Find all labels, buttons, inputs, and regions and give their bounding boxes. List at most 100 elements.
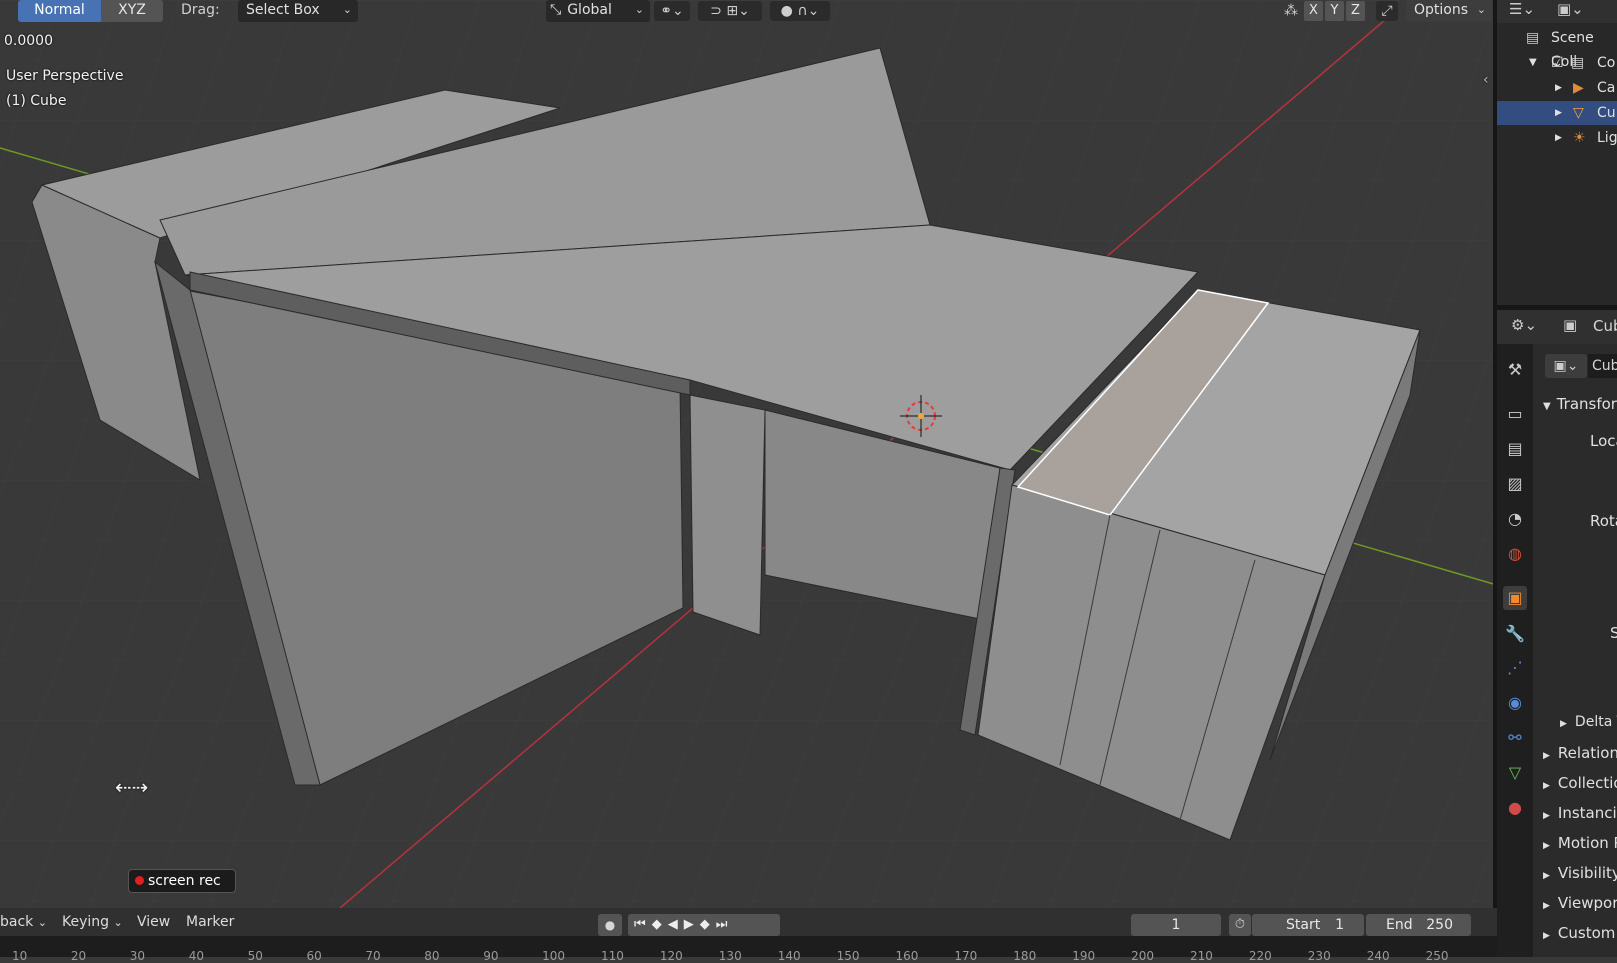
next-keyframe-icon[interactable]: ◆ <box>700 917 716 932</box>
record-button[interactable]: ● <box>598 914 622 936</box>
modifier-tab-icon[interactable]: 🔧 <box>1503 622 1527 646</box>
orientation-icon: ⤡ <box>550 2 562 18</box>
marker-menu[interactable]: Marker <box>186 914 234 930</box>
timeline-ruler[interactable] <box>0 936 1497 957</box>
axis-y-toggle[interactable]: Y <box>1325 1 1344 21</box>
active-object-label: (1) Cube <box>6 93 67 109</box>
view-menu[interactable]: View <box>137 914 170 930</box>
end-frame-field[interactable]: End 250 <box>1366 914 1471 936</box>
viewport-display-panel[interactable]: ▶ Viewpor <box>1543 894 1617 912</box>
camera-icon: ▶ <box>1573 80 1584 96</box>
snap-icon[interactable]: ⊃ ⊞⌄ <box>698 1 762 21</box>
outliner-item-collection[interactable]: ▼ ☑ ▤ Co <box>1497 51 1617 75</box>
mode-xyz-button[interactable]: XYZ <box>101 0 163 22</box>
expand-arrow-icon[interactable]: ▼ <box>1529 51 1537 75</box>
timeline-tick-label: 90 <box>483 949 499 963</box>
drag-label: Drag: <box>181 2 220 18</box>
timeline-tick-label: 230 <box>1307 949 1331 963</box>
properties-header: ⚙⌄ ▣ Cub <box>1497 310 1617 344</box>
pivot-point-icon[interactable]: ⚭⌄ <box>654 1 690 21</box>
motion-paths-panel[interactable]: ▶ Motion P <box>1543 834 1617 852</box>
screenrec-label: screen rec <box>148 873 221 889</box>
world-tab-icon[interactable]: ◍ <box>1503 542 1527 566</box>
jump-end-icon[interactable]: ⏭ <box>716 917 734 932</box>
output-tab-icon[interactable]: ▤ <box>1503 437 1527 461</box>
outliner-header: ☰⌄ ▣⌄ <box>1497 0 1617 23</box>
custom-properties-panel[interactable]: ▶ Custom <box>1543 924 1615 942</box>
playback-menu[interactable]: back ⌄ <box>0 914 47 930</box>
outliner-item-cube[interactable]: ▶ ▽ Cu <box>1497 101 1617 125</box>
play-icon[interactable]: ▶ <box>684 917 700 932</box>
timeline-tick-label: 130 <box>718 949 742 963</box>
relations-panel[interactable]: ▶ Relation <box>1543 744 1617 762</box>
axis-z-toggle[interactable]: Z <box>1346 1 1365 21</box>
expand-arrow-icon[interactable]: ▶ <box>1555 101 1562 125</box>
view-layer-tab-icon[interactable]: ▨ <box>1503 472 1527 496</box>
physics-tab-icon[interactable]: ◉ <box>1503 691 1527 715</box>
timeline-tick-label: 200 <box>1131 949 1154 963</box>
timeline-tick-label: 190 <box>1072 949 1096 963</box>
data-tab-icon[interactable]: ▽ <box>1503 761 1527 785</box>
object-name-label: Cub <box>1593 317 1617 335</box>
sidebar-toggle-icon[interactable]: ‹ <box>1483 72 1489 88</box>
expand-arrow-icon: ▶ <box>1543 841 1550 851</box>
timeline-tick-label: 120 <box>659 949 683 963</box>
resize-cursor-icon: ⇠⇢ <box>115 775 149 799</box>
timeline-tick-label: 40 <box>188 949 204 963</box>
timeline-tick-label: 250 <box>1425 949 1449 963</box>
stopwatch-icon[interactable]: ⏱ <box>1229 914 1251 936</box>
scene-tab-icon[interactable]: ◔ <box>1503 507 1527 531</box>
collections-panel[interactable]: ▶ Collectio <box>1543 774 1617 792</box>
transform-orientation-dropdown[interactable]: ⤡ Global ⌄ <box>546 0 650 22</box>
material-tab-icon[interactable]: ● <box>1503 796 1527 820</box>
axis-x-toggle[interactable]: X <box>1304 1 1323 21</box>
timeline-tick-label: 170 <box>954 949 978 963</box>
editor-type-icon[interactable]: ☰⌄ <box>1509 0 1535 18</box>
data-name-field[interactable]: Cub <box>1588 354 1617 378</box>
drag-select-dropdown[interactable]: Select Box ⌄ <box>238 0 358 22</box>
mesh-icon: ▽ <box>1573 105 1584 121</box>
transform-orientation-value: Global <box>567 2 612 18</box>
delta-transform-panel[interactable]: ▶Delta T <box>1560 714 1617 730</box>
transform-panel-header[interactable]: ▼ Transfor <box>1543 395 1617 413</box>
chevron-down-icon: ⌄ <box>113 916 123 929</box>
instancing-panel[interactable]: ▶ Instanci <box>1543 804 1617 822</box>
outliner-item-scene-collection[interactable]: ▤ Scene Coll <box>1497 26 1617 70</box>
chevron-down-icon: ⌄ <box>37 916 47 929</box>
mirror-icon[interactable]: ⁂ <box>1280 1 1302 21</box>
object-icon: ▣ <box>1563 316 1578 334</box>
play-reverse-icon[interactable]: ◀ <box>668 917 684 932</box>
keying-menu[interactable]: Keying ⌄ <box>62 914 123 930</box>
timeline-tick-label: 50 <box>247 949 263 963</box>
options-dropdown[interactable]: Options ⌄ <box>1406 0 1492 22</box>
tool-tab-icon[interactable]: ⚒ <box>1503 358 1527 382</box>
outliner-item-camera[interactable]: ▶ ▶ Ca <box>1497 76 1617 100</box>
current-frame-field[interactable]: 1 <box>1131 914 1221 936</box>
timeline-tick-label: 180 <box>1013 949 1037 963</box>
viewport-3d[interactable] <box>0 0 1497 908</box>
particles-tab-icon[interactable]: ⋰ <box>1503 656 1527 680</box>
object-tab-icon[interactable]: ▣ <box>1503 586 1527 610</box>
render-tab-icon[interactable]: ▭ <box>1503 402 1527 426</box>
visibility-panel[interactable]: ▶ Visibility <box>1543 864 1617 882</box>
chevron-down-icon: ⌄ <box>634 3 644 16</box>
outliner-item-light[interactable]: ▶ ☀ Lig <box>1497 126 1617 150</box>
proportional-editing-icon[interactable]: ● ∩⌄ <box>770 1 830 21</box>
drag-select-value: Select Box <box>246 2 320 18</box>
timeline-tick-label: 140 <box>777 949 801 963</box>
expand-arrow-icon[interactable]: ▶ <box>1555 76 1562 100</box>
timeline-tick-label: 100 <box>542 949 565 963</box>
prev-keyframe-icon[interactable]: ◆ <box>652 917 668 932</box>
options-label: Options <box>1414 2 1469 18</box>
jump-start-icon[interactable]: ⏮ <box>634 917 652 932</box>
data-type-icon[interactable]: ▣⌄ <box>1545 354 1587 378</box>
expand-arrow-icon[interactable]: ▶ <box>1555 126 1562 150</box>
constraints-tab-icon[interactable]: ⚯ <box>1503 726 1527 750</box>
checkbox-icon[interactable]: ☑ <box>1551 51 1564 75</box>
display-mode-icon[interactable]: ▣⌄ <box>1557 0 1584 18</box>
auto-merge-icon[interactable]: ⤢ <box>1376 1 1398 21</box>
start-frame-field[interactable]: Start 1 <box>1252 914 1364 936</box>
mode-normal-button[interactable]: Normal <box>18 0 101 22</box>
value-readout: 0.0000 <box>4 33 53 49</box>
editor-type-icon[interactable]: ⚙⌄ <box>1511 316 1537 334</box>
